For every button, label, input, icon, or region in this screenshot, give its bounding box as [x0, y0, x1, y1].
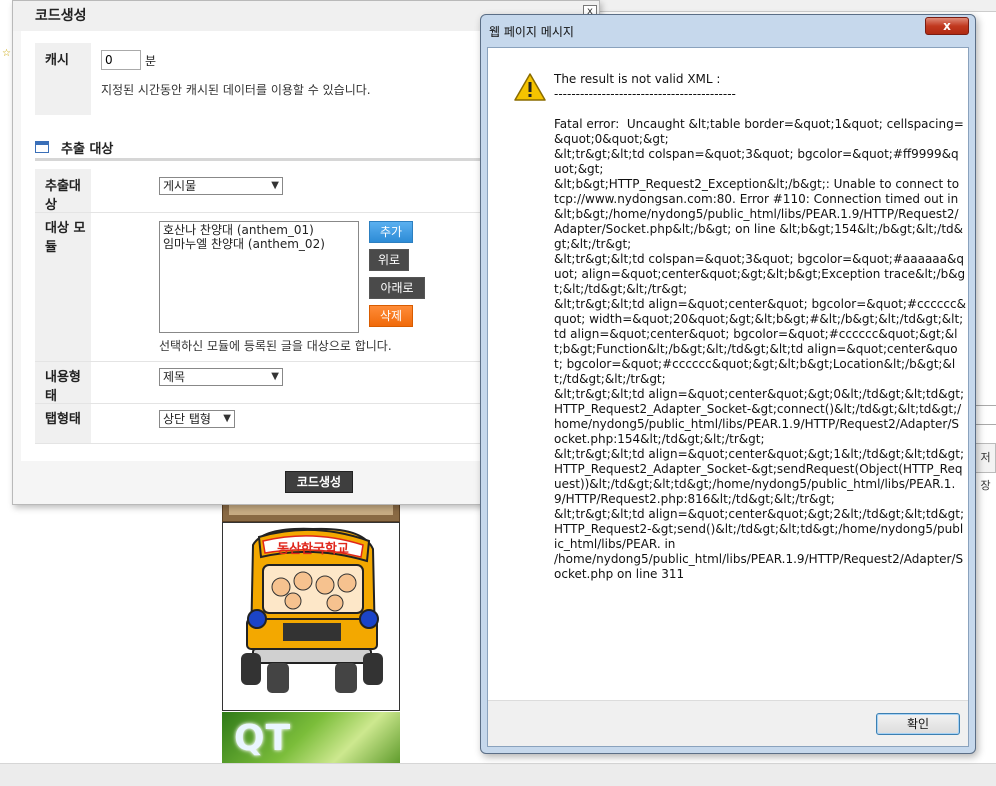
- content-type-label-cell: 내용형태: [35, 362, 91, 404]
- chevron-down-icon: ▼: [223, 413, 231, 424]
- target-select[interactable]: 게시물 ▼: [159, 177, 283, 195]
- ok-button[interactable]: 확인: [876, 713, 960, 735]
- web-page-message-dialog: 웹 페이지 메시지 x The result is not valid XML …: [480, 14, 976, 754]
- cache-label: 캐시: [45, 53, 69, 68]
- error-message-text: The result is not valid XML : ----------…: [554, 72, 966, 581]
- target-select-value: 게시물: [163, 179, 197, 193]
- chevron-down-icon: ▼: [271, 180, 279, 191]
- school-bus-illustration: 동산한국학교: [241, 527, 383, 693]
- qt-banner-text: QT: [234, 718, 292, 759]
- background-status-bar: [0, 763, 996, 786]
- chevron-down-icon: ▼: [271, 371, 279, 382]
- background-save-button[interactable]: 저장: [975, 443, 996, 492]
- cache-label-cell: 캐시: [35, 43, 91, 115]
- cache-help-text: 지정된 시간동안 캐시된 데이터를 이용할 수 있습니다.: [101, 83, 371, 97]
- module-label-cell: 대상 모듈: [35, 213, 91, 361]
- add-module-button[interactable]: 추가: [369, 221, 413, 243]
- target-label: 추출대상: [45, 179, 81, 213]
- school-bus-image: 동산한국학교: [222, 522, 400, 711]
- close-icon[interactable]: x: [925, 17, 969, 35]
- message-title: 웹 페이지 메시지: [489, 25, 574, 39]
- generate-code-button[interactable]: 코드생성: [285, 471, 353, 493]
- module-list[interactable]: 호산나 찬양대 (anthem_01) 임마누엘 찬양대 (anthem_02): [159, 221, 359, 333]
- window-icon: [35, 141, 49, 153]
- module-list-item[interactable]: 임마누엘 찬양대 (anthem_02): [163, 237, 355, 251]
- tab-type-label: 탭형태: [45, 412, 81, 427]
- background-right-divider: [975, 405, 996, 425]
- content-type-label: 내용형태: [45, 370, 81, 404]
- qt-banner-image: QT: [222, 712, 400, 765]
- module-label: 대상 모듈: [45, 221, 86, 255]
- background-tab-strip: [600, 0, 996, 12]
- content-type-select[interactable]: 제목 ▼: [159, 368, 283, 386]
- cache-unit-label: 분: [145, 54, 157, 68]
- tab-type-select[interactable]: 상단 탭형 ▼: [159, 410, 235, 428]
- tab-type-label-cell: 탭형태: [35, 404, 91, 443]
- module-list-item[interactable]: 호산나 찬양대 (anthem_01): [163, 223, 355, 237]
- star-icon: ☆: [2, 48, 11, 59]
- delete-module-button[interactable]: 삭제: [369, 305, 413, 327]
- background-left-edge: ☆: [0, 40, 12, 80]
- message-footer: 확인: [488, 700, 968, 746]
- warning-icon: [514, 73, 546, 101]
- move-up-button[interactable]: 위로: [369, 249, 409, 271]
- message-content: The result is not valid XML : ----------…: [487, 47, 969, 747]
- move-down-button[interactable]: 아래로: [369, 277, 425, 299]
- tab-type-select-value: 상단 탭형: [163, 412, 211, 426]
- bus-sign-text: 동산한국학교: [277, 541, 349, 557]
- target-label-cell: 추출대상: [35, 169, 91, 213]
- section-title: 추출 대상: [61, 142, 114, 157]
- dialog-title: 코드생성: [35, 8, 87, 24]
- content-type-select-value: 제목: [163, 370, 186, 384]
- module-help-text: 선택하신 모듈에 등록된 글을 대상으로 합니다.: [159, 339, 392, 353]
- cache-minutes-input[interactable]: [101, 50, 141, 70]
